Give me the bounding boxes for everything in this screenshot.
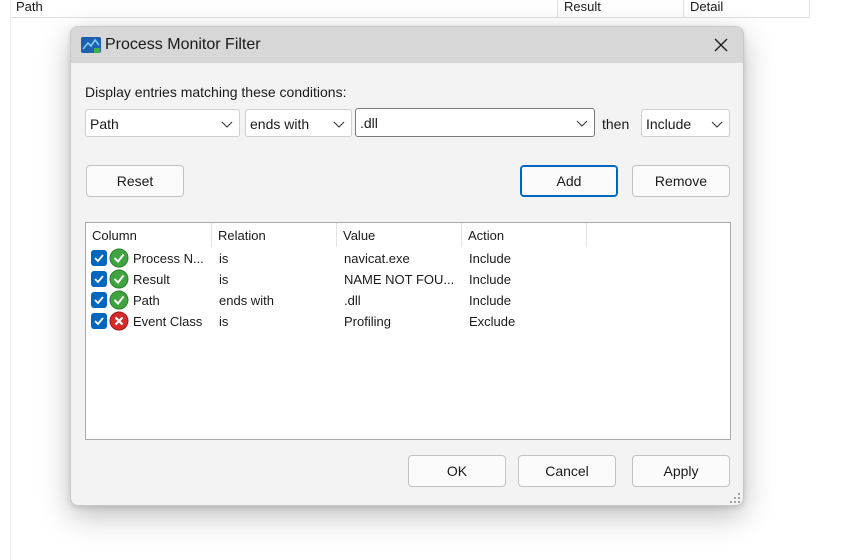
row-column: Event Class — [133, 314, 203, 329]
list-header-value[interactable]: Value — [337, 223, 462, 247]
checkmark-icon — [94, 317, 104, 326]
list-header-relation[interactable]: Relation — [212, 223, 337, 247]
row-value: NAME NOT FOU... — [344, 272, 455, 287]
process-monitor-icon — [81, 37, 101, 53]
row-relation: is — [219, 272, 229, 287]
cancel-button[interactable]: Cancel — [518, 455, 616, 487]
remove-button[interactable]: Remove — [632, 165, 730, 197]
checkmark-icon — [94, 296, 104, 305]
row-checkbox[interactable] — [91, 250, 107, 266]
checkmark-icon — [94, 275, 104, 284]
then-label: then — [602, 116, 630, 132]
filter-row[interactable]: Path ends with .dll Include — [86, 290, 586, 311]
close-button[interactable] — [699, 27, 743, 63]
background-column-result[interactable]: Result — [558, 0, 684, 18]
chevron-down-icon — [333, 121, 345, 128]
row-relation: is — [219, 314, 229, 329]
dialog-title: Process Monitor Filter — [105, 36, 261, 53]
include-icon — [109, 248, 129, 268]
row-action: Include — [469, 251, 511, 266]
conditions-prompt: Display entries matching these condition… — [85, 84, 347, 100]
background-gridline — [10, 0, 11, 560]
column-select-value: Path — [90, 116, 119, 132]
value-input-text: .dll — [360, 115, 378, 131]
chevron-down-icon — [576, 120, 588, 127]
close-icon — [714, 38, 728, 52]
filter-dialog: Process Monitor Filter Display entries m… — [70, 26, 744, 506]
row-action: Include — [469, 293, 511, 308]
apply-button[interactable]: Apply — [632, 455, 730, 487]
checkmark-icon — [94, 254, 104, 263]
action-select-value: Include — [646, 116, 692, 132]
list-header-column[interactable]: Column — [86, 223, 212, 247]
relation-select[interactable]: ends with — [245, 109, 352, 137]
row-action: Include — [469, 272, 511, 287]
list-header-action[interactable]: Action — [462, 223, 587, 247]
reset-button[interactable]: Reset — [86, 165, 184, 197]
row-column: Result — [133, 272, 170, 287]
row-value: navicat.exe — [344, 251, 410, 266]
row-relation: is — [219, 251, 229, 266]
row-value: Profiling — [344, 314, 391, 329]
row-checkbox[interactable] — [91, 271, 107, 287]
background-list-header: Path Result Detail — [10, 0, 810, 18]
add-button[interactable]: Add — [520, 165, 618, 197]
background-column-detail[interactable]: Detail — [684, 0, 810, 18]
filter-row[interactable]: Process N... is navicat.exe Include — [86, 248, 586, 269]
include-icon — [109, 269, 129, 289]
ok-button[interactable]: OK — [408, 455, 506, 487]
resize-grip-icon[interactable] — [729, 491, 741, 503]
chevron-down-icon — [221, 121, 233, 128]
include-icon — [109, 290, 129, 310]
row-action: Exclude — [469, 314, 516, 329]
row-column: Process N... — [133, 251, 204, 266]
exclude-icon — [109, 311, 129, 331]
filter-list[interactable]: Column Relation Value Action Process N..… — [85, 222, 731, 440]
filter-row[interactable]: Event Class is Profiling Exclude — [86, 311, 586, 332]
row-checkbox[interactable] — [91, 313, 107, 329]
relation-select-value: ends with — [250, 116, 310, 132]
action-select[interactable]: Include — [641, 109, 730, 137]
title-bar[interactable]: Process Monitor Filter — [71, 27, 743, 63]
chevron-down-icon — [711, 121, 723, 128]
row-value: .dll — [344, 293, 361, 308]
column-select[interactable]: Path — [85, 109, 240, 137]
value-input[interactable]: .dll — [355, 108, 595, 137]
row-checkbox[interactable] — [91, 292, 107, 308]
row-column: Path — [133, 293, 160, 308]
row-relation: ends with — [219, 293, 274, 308]
background-column-path[interactable]: Path — [10, 0, 558, 18]
filter-row[interactable]: Result is NAME NOT FOU... Include — [86, 269, 586, 290]
